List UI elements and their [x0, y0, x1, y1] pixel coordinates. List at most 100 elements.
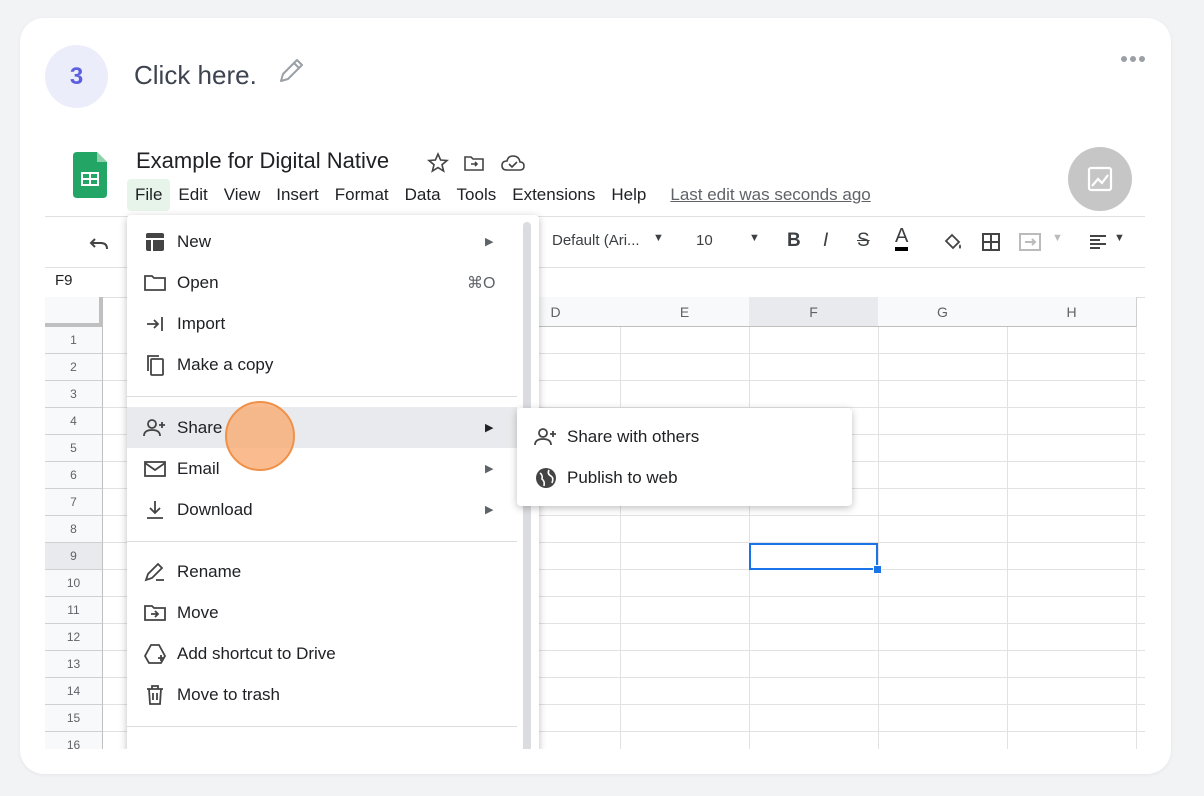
menu-separator — [127, 726, 517, 727]
folder-icon — [144, 274, 166, 291]
borders-icon[interactable] — [980, 231, 1002, 253]
font-dropdown-arrow[interactable]: ▼ — [653, 232, 664, 244]
last-edit-link[interactable]: Last edit was seconds ago — [662, 179, 878, 211]
font-size-dropdown-arrow[interactable]: ▼ — [749, 232, 760, 244]
grid-line — [878, 327, 879, 749]
menu-file[interactable]: File — [127, 179, 171, 211]
fill-handle[interactable] — [873, 565, 882, 574]
strikethrough-icon[interactable]: S — [857, 230, 870, 252]
menu-format[interactable]: Format — [327, 179, 397, 211]
menu-insert[interactable]: Insert — [268, 179, 327, 211]
menu-item-label: Share — [177, 417, 223, 437]
globe-icon — [536, 467, 556, 488]
row-header[interactable]: 5 — [45, 435, 103, 462]
share-submenu: Share with others Publish to web — [517, 408, 852, 506]
menu-edit[interactable]: Edit — [170, 179, 215, 211]
italic-icon[interactable]: I — [823, 230, 828, 252]
move-folder-icon — [144, 604, 166, 621]
menu-separator — [127, 396, 517, 397]
rename-icon — [144, 562, 164, 581]
row-header[interactable]: 4 — [45, 408, 103, 435]
download-icon — [147, 500, 163, 519]
menu-item-label: Download — [177, 499, 253, 519]
row-header[interactable]: 10 — [45, 570, 103, 597]
row-header[interactable]: 13 — [45, 651, 103, 678]
menu-item-share[interactable]: Share ▶ — [127, 407, 517, 448]
menu-data[interactable]: Data — [397, 179, 449, 211]
row-header[interactable]: 1 — [45, 327, 103, 354]
submenu-arrow-icon: ▶ — [485, 504, 494, 516]
row-header[interactable]: 9 — [45, 543, 103, 570]
menu-item-add-shortcut-to-drive[interactable]: Add shortcut to Drive — [127, 633, 517, 674]
screenshot-frame: Example for Digital Native File Edit Vie… — [45, 135, 1145, 749]
menu-item-email[interactable]: Email ▶ — [127, 448, 517, 489]
grid-line — [749, 327, 750, 749]
fill-color-icon[interactable] — [942, 231, 964, 253]
add-person-icon — [534, 427, 556, 445]
submenu-arrow-icon: ▶ — [485, 236, 494, 248]
menu-item-label: Make a copy — [177, 354, 274, 374]
row-header[interactable]: 2 — [45, 354, 103, 381]
menu-item-label: New — [177, 231, 212, 251]
row-header[interactable]: 16 — [45, 732, 103, 749]
align-dropdown-arrow[interactable]: ▼ — [1114, 232, 1125, 244]
row-header[interactable]: 8 — [45, 516, 103, 543]
add-person-icon — [143, 418, 165, 436]
name-box[interactable]: F9 — [55, 272, 73, 289]
bold-icon[interactable]: B — [787, 230, 801, 252]
font-size-selector[interactable]: 10 — [696, 232, 713, 249]
menu-item-download[interactable]: Download ▶ — [127, 489, 517, 530]
menu-item-new[interactable]: New ▶ — [127, 221, 517, 262]
menu-item-share-with-others[interactable]: Share with others — [517, 416, 852, 457]
menu-item-import[interactable]: Import — [127, 303, 517, 344]
grid-line — [1007, 327, 1008, 749]
keyboard-shortcut: ⌘O — [467, 274, 496, 292]
drive-shortcut-icon — [143, 643, 167, 664]
undo-icon[interactable] — [87, 231, 111, 255]
row-header[interactable]: 15 — [45, 705, 103, 732]
row-header[interactable]: 7 — [45, 489, 103, 516]
email-icon — [144, 460, 166, 477]
column-header-e[interactable]: E — [620, 297, 750, 327]
star-icon[interactable] — [426, 151, 450, 175]
new-sheet-icon — [146, 232, 164, 251]
menu-item-rename[interactable]: Rename — [127, 551, 517, 592]
menu-tools[interactable]: Tools — [449, 179, 505, 211]
column-header-f[interactable]: F — [749, 297, 879, 327]
menu-separator — [127, 541, 517, 542]
step-title: Click here. — [134, 60, 257, 90]
merge-dropdown-arrow[interactable]: ▼ — [1052, 232, 1063, 244]
sheets-logo-icon — [73, 152, 107, 198]
menu-item-make-a-copy[interactable]: Make a copy — [127, 344, 517, 385]
menu-item-move[interactable]: Move — [127, 592, 517, 633]
image-placeholder-button[interactable] — [1068, 147, 1132, 211]
row-header[interactable]: 12 — [45, 624, 103, 651]
document-title[interactable]: Example for Digital Native — [136, 148, 389, 174]
more-options-icon[interactable] — [1120, 54, 1146, 64]
move-folder-icon[interactable] — [462, 151, 486, 175]
menu-item-move-to-trash[interactable]: Move to trash — [127, 674, 517, 715]
menu-item-publish-to-web[interactable]: Publish to web — [517, 457, 852, 498]
font-selector[interactable]: Default (Ari... — [552, 232, 640, 249]
menu-help[interactable]: Help — [603, 179, 654, 211]
corner-header[interactable] — [45, 297, 103, 327]
menu-item-label: Move to trash — [177, 684, 280, 704]
column-header-g[interactable]: G — [878, 297, 1008, 327]
cloud-saved-icon[interactable] — [500, 151, 526, 175]
row-header[interactable]: 6 — [45, 462, 103, 489]
row-header[interactable]: 14 — [45, 678, 103, 705]
merge-cells-icon[interactable] — [1017, 231, 1045, 253]
pencil-icon[interactable] — [276, 56, 306, 86]
menu-view[interactable]: View — [216, 179, 269, 211]
menu-extensions[interactable]: Extensions — [504, 179, 603, 211]
menu-bar: File Edit View Insert Format Data Tools … — [127, 179, 879, 211]
menu-item-open[interactable]: Open ⌘O — [127, 262, 517, 303]
align-icon[interactable] — [1087, 231, 1109, 253]
row-header[interactable]: 3 — [45, 381, 103, 408]
selected-cell-f9[interactable] — [749, 543, 878, 570]
menu-item-label: Move — [177, 602, 219, 622]
text-color-icon[interactable]: A — [895, 225, 909, 251]
step-number-badge: 3 — [45, 45, 108, 108]
row-header[interactable]: 11 — [45, 597, 103, 624]
column-header-h[interactable]: H — [1007, 297, 1137, 327]
